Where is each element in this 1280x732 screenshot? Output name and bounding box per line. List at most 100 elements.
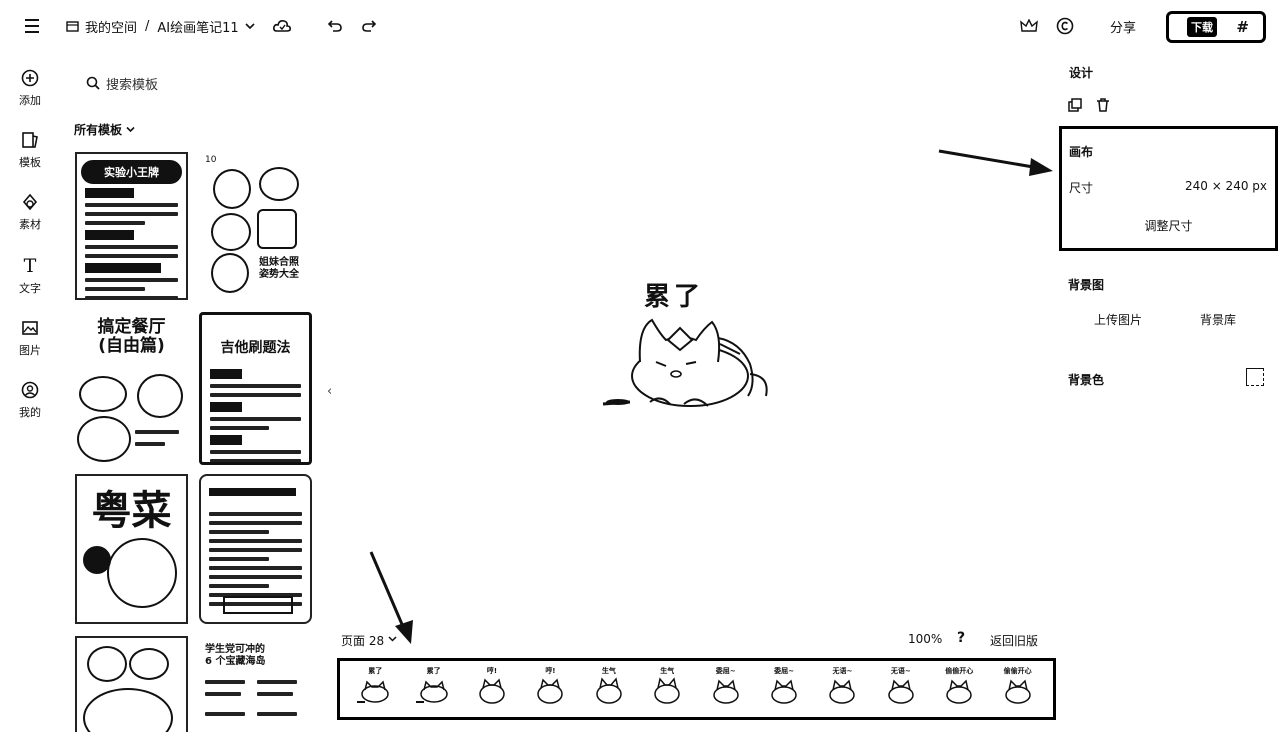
template-caption: 学生党可冲的 6 个宝藏海岛 (205, 644, 266, 667)
page-thumbnail[interactable]: 累了 (412, 666, 456, 712)
search-icon (86, 76, 100, 90)
rail-label: 素材 (19, 218, 41, 231)
rail-item-add[interactable]: 添加 (0, 68, 60, 108)
page-thumbnail[interactable]: 哼! (470, 666, 514, 712)
breadcrumb-space[interactable]: 我的空间 (85, 17, 137, 36)
sticker-dog-image[interactable] (600, 314, 780, 414)
coin-icon[interactable] (1056, 15, 1078, 37)
template-card[interactable]: 姐妹合照 姿势大全 (205, 165, 305, 297)
thumbnail-label: 哼! (545, 667, 556, 675)
chevron-down-icon (388, 636, 397, 642)
delete-icon[interactable] (1096, 98, 1110, 112)
template-card[interactable] (75, 636, 188, 732)
rail-item-text[interactable]: T 文字 (0, 255, 60, 296)
thumbnail-label: 哼! (486, 667, 498, 675)
template-card[interactable] (199, 474, 312, 624)
template-caption: 姐妹合照 姿势大全 (259, 257, 299, 280)
thumbnail-label: 累了 (368, 667, 383, 675)
resize-button[interactable]: 调整尺寸 (1062, 217, 1275, 234)
undo-icon[interactable] (327, 16, 347, 36)
canvas-settings: 画布 尺寸 240 × 240 px 调整尺寸 (1059, 126, 1278, 251)
menu-icon[interactable] (22, 16, 42, 36)
template-card[interactable]: 学生党可冲的 6 个宝藏海岛 (199, 636, 312, 732)
zoom-level[interactable]: 100% (908, 632, 942, 646)
template-count-tag: 10 (205, 155, 217, 165)
thumbnail-label: 累了 (426, 667, 441, 675)
breadcrumb-separator: / (145, 18, 150, 34)
annotation-arrow-icon (938, 149, 1053, 176)
search-input[interactable]: 搜索模板 (106, 74, 158, 93)
page-thumbnail[interactable]: 无语~ (820, 666, 864, 712)
page-thumbnail[interactable]: 无语~ (879, 666, 923, 712)
template-icon (20, 130, 40, 150)
chevron-down-icon (126, 126, 135, 133)
design-panel-title: 设计 (1069, 66, 1094, 80)
page-label: 页面 28 (341, 634, 385, 648)
page-thumbnail[interactable]: 生气 (587, 666, 631, 712)
sticker-text[interactable]: 累了 (644, 276, 704, 313)
shapes-icon (20, 192, 40, 212)
thumbnail-label: 生气 (601, 667, 616, 675)
thumbnail-label: 委屈~ (715, 667, 736, 675)
plus-circle-icon (20, 68, 40, 88)
template-heading: 吉他刷题法 (220, 340, 291, 356)
share-button[interactable]: 分享 (1110, 16, 1136, 36)
bg-image-label: 背景图 (1068, 278, 1105, 292)
rail-item-images[interactable]: 图片 (0, 318, 60, 358)
redo-icon[interactable] (361, 16, 381, 36)
top-bar: 我的空间 / AI绘画笔记11 分享 下载 # (0, 0, 1280, 52)
bg-color-label: 背景色 (1068, 373, 1105, 387)
folder-icon (66, 21, 79, 32)
cloud-sync-icon[interactable] (272, 16, 294, 36)
upload-image-button[interactable]: 上传图片 (1094, 311, 1142, 328)
size-label: 尺寸 (1069, 181, 1094, 195)
page-thumbnail-strip: 累了 累了 哼! 哼! 生气 生气 委屈~ 委屈~ 无语~ 无语~ 偷偷开心 偷… (337, 658, 1056, 720)
more-options-icon[interactable]: # (1236, 18, 1249, 36)
page-thumbnail[interactable]: 累了 (353, 666, 397, 712)
text-icon: T (23, 255, 37, 277)
template-heading: 实验小王牌 (81, 160, 182, 184)
page-thumbnail[interactable]: 哼! (528, 666, 572, 712)
thumbnail-label: 偷偷开心 (945, 667, 974, 675)
thumbnail-label: 委屈~ (774, 667, 794, 675)
rail-label: 模板 (19, 156, 41, 169)
template-heading: 搞定餐厅 (自由篇) (97, 317, 166, 356)
rail-label: 添加 (19, 94, 41, 107)
template-card[interactable]: 实验小王牌 (75, 152, 188, 300)
crown-icon[interactable] (1020, 16, 1042, 36)
bg-library-button[interactable]: 背景库 (1200, 311, 1236, 328)
thumbnail-label: 偷偷开心 (1003, 667, 1032, 675)
template-heading: 粤菜 (91, 488, 172, 534)
duplicate-icon[interactable] (1068, 98, 1082, 112)
breadcrumb: 我的空间 / AI绘画笔记11 (66, 16, 255, 36)
page-thumbnail[interactable]: 偷偷开心 (996, 666, 1040, 712)
template-card[interactable]: 搞定餐厅 (自由篇) (75, 312, 188, 465)
doc-title[interactable]: AI绘画笔记11 (157, 17, 238, 36)
thumbnail-label: 生气 (660, 667, 675, 675)
element-actions (1068, 98, 1110, 112)
page-selector[interactable]: 页面 28 (341, 632, 397, 649)
rail-label: 我的 (19, 406, 41, 419)
image-icon (20, 318, 40, 338)
thumbnail-label: 无语~ (890, 667, 911, 675)
chevron-down-icon[interactable] (245, 22, 255, 30)
template-card[interactable]: 粤菜 (75, 474, 188, 624)
bg-color-swatch[interactable] (1246, 368, 1264, 386)
template-card[interactable]: 吉他刷题法 (199, 312, 312, 465)
template-search[interactable]: 搜索模板 (86, 72, 158, 94)
back-to-old-version[interactable]: 返回旧版 (990, 632, 1038, 649)
help-icon[interactable]: ? (957, 630, 965, 646)
rail-item-mine[interactable]: 我的 (0, 380, 60, 420)
page-thumbnail[interactable]: 生气 (645, 666, 689, 712)
page-thumbnail[interactable]: 委屈~ (704, 666, 748, 712)
download-button[interactable]: 下载 (1187, 17, 1217, 37)
rail-item-materials[interactable]: 素材 (0, 192, 60, 232)
template-filter[interactable]: 所有模板 (74, 121, 135, 138)
thumbnail-label: 无语~ (832, 667, 853, 675)
rail-item-templates[interactable]: 模板 (0, 130, 60, 170)
page-thumbnail[interactable]: 委屈~ (762, 666, 806, 712)
rail-label: 文字 (19, 282, 41, 295)
collapse-panel-icon[interactable]: ‹ (327, 384, 332, 399)
page-thumbnail[interactable]: 偷偷开心 (937, 666, 981, 712)
download-group: 下载 # (1166, 11, 1266, 43)
